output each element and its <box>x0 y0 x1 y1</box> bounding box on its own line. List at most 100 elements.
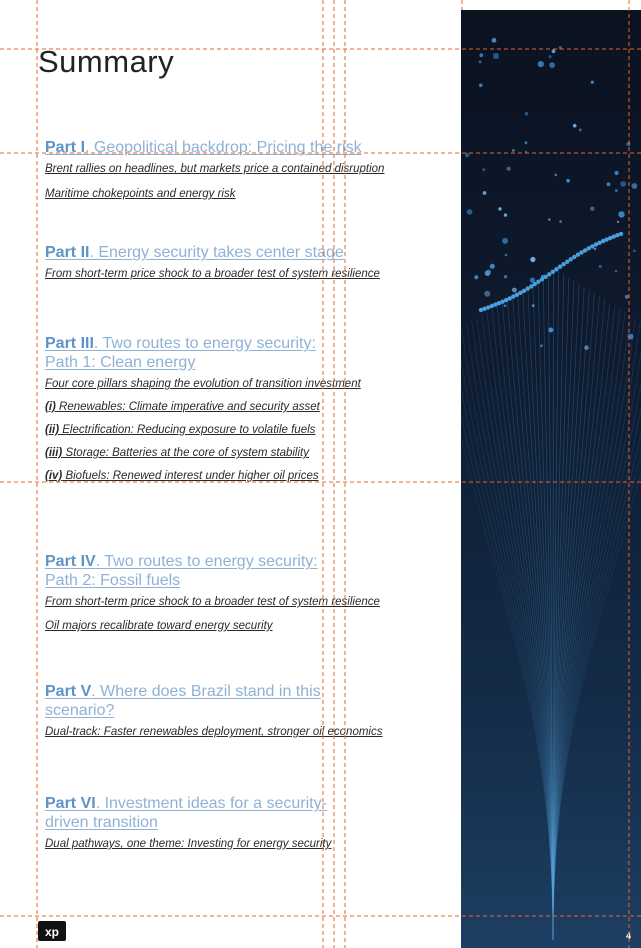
toc-sub-link[interactable]: Maritime chokepoints and energy risk <box>45 188 415 201</box>
xp-logo: xp <box>38 921 66 941</box>
light-particle <box>503 213 508 217</box>
light-stream-line <box>522 290 554 941</box>
light-particle <box>554 267 559 272</box>
light-particle <box>531 304 535 308</box>
light-particle <box>559 220 562 223</box>
light-particle <box>512 287 517 293</box>
toc-pillar-link[interactable]: (ii) Electrification: Reducing exposure … <box>45 424 415 437</box>
toc-sub-link[interactable]: From short-term price shock to a broader… <box>45 596 415 609</box>
light-particle <box>539 277 545 282</box>
light-stream-line <box>461 357 554 941</box>
light-particle <box>503 275 508 279</box>
light-particle <box>584 345 589 351</box>
toc-pillar-link[interactable]: (i) Renewables: Climate imperative and s… <box>45 401 415 414</box>
light-particle <box>548 55 552 59</box>
light-particle <box>536 279 541 284</box>
toc-sub-link[interactable]: From short-term price shock to a broader… <box>45 268 415 281</box>
part-6[interactable]: Part VI. Investment ideas for a security… <box>45 794 415 851</box>
part-3-heading[interactable]: Part III. Two routes to energy security:… <box>45 334 415 372</box>
light-particle <box>540 344 543 348</box>
light-particle <box>511 148 515 152</box>
light-stream-line <box>552 311 626 941</box>
light-particle <box>606 182 611 187</box>
light-particle <box>616 220 620 224</box>
part-3[interactable]: Part III. Two routes to energy security:… <box>45 334 415 483</box>
light-particle <box>578 128 582 132</box>
light-particle <box>491 37 497 43</box>
light-particle <box>558 46 562 50</box>
light-particle <box>474 275 479 280</box>
page-title: Summary <box>38 44 175 79</box>
light-particle <box>502 237 509 244</box>
toc-sub-link[interactable]: Oil majors recalibrate toward energy sec… <box>45 620 415 633</box>
light-particle <box>548 327 554 333</box>
part-6-heading[interactable]: Part VI. Investment ideas for a security… <box>45 794 415 832</box>
toc-pillar-link[interactable]: (iv) Biofuels: Renewed interest under hi… <box>45 470 415 483</box>
light-particle <box>549 62 555 68</box>
light-particle <box>479 83 483 88</box>
part-5-heading[interactable]: Part V. Where does Brazil stand in this s… <box>45 682 415 720</box>
light-particle <box>486 269 492 275</box>
light-particle <box>537 61 544 68</box>
toc-sub-link[interactable]: Brent rallies on headlines, but markets … <box>45 163 415 176</box>
light-particle <box>484 290 491 297</box>
light-particle <box>530 256 536 263</box>
light-particle <box>478 60 482 64</box>
light-particle <box>524 112 529 116</box>
light-particle <box>620 181 627 187</box>
light-particle <box>547 272 552 277</box>
light-particle <box>614 170 619 176</box>
light-stream-line <box>552 305 616 941</box>
light-particle <box>492 52 500 60</box>
toc-pillar-link[interactable]: (iii) Storage: Batteries at the core of … <box>45 447 415 460</box>
toc-sub-link[interactable]: Dual pathways, one theme: Investing for … <box>45 838 415 851</box>
page-number: 4 <box>625 931 631 941</box>
light-streams-graphic <box>461 37 641 941</box>
light-particle <box>554 173 558 177</box>
light-particle <box>543 274 548 279</box>
light-particle <box>506 166 511 171</box>
light-particle <box>590 206 595 211</box>
light-particle <box>614 269 618 273</box>
light-particle <box>524 150 527 154</box>
light-particle <box>524 141 528 145</box>
light-particle <box>532 281 537 287</box>
light-particle <box>561 262 566 267</box>
light-particle <box>489 263 495 269</box>
part-1-heading[interactable]: Part I. Geopolitical backdrop: Pricing t… <box>45 138 415 157</box>
light-particle <box>618 211 625 218</box>
light-particle <box>626 142 631 146</box>
light-stream-line <box>491 308 554 941</box>
light-particle <box>633 249 636 253</box>
part-2-heading[interactable]: Part II. Energy security takes center st… <box>45 243 415 262</box>
part-4-heading[interactable]: Part IV. Two routes to energy security: P… <box>45 552 415 590</box>
light-particle <box>614 189 618 193</box>
light-particle <box>598 264 602 269</box>
part-2[interactable]: Part II. Energy security takes center st… <box>45 243 415 281</box>
light-particle <box>550 269 555 274</box>
part-4[interactable]: Part IV. Two routes to energy security: P… <box>45 552 415 633</box>
light-particle <box>593 247 597 251</box>
light-particle <box>618 231 624 237</box>
light-particle <box>466 209 473 215</box>
light-particle <box>631 183 638 189</box>
light-stream-line <box>461 327 554 941</box>
toc-sub-link[interactable]: Four core pillars shaping the evolution … <box>45 378 415 391</box>
part-5[interactable]: Part V. Where does Brazil stand in this s… <box>45 682 415 739</box>
light-particle <box>498 207 502 211</box>
part-1[interactable]: Part I. Geopolitical backdrop: Pricing t… <box>45 138 415 201</box>
light-particle <box>590 80 594 84</box>
light-particle <box>572 123 577 128</box>
light-particle <box>548 218 551 221</box>
light-stream-line <box>481 315 554 941</box>
light-particle <box>482 168 486 172</box>
light-particle <box>557 264 563 269</box>
light-particle <box>503 304 507 308</box>
light-particle <box>627 333 634 340</box>
toc-sub-link[interactable]: Dual-track: Faster renewables deployment… <box>45 726 415 739</box>
light-particle <box>551 49 556 54</box>
light-particle <box>464 152 470 158</box>
light-particle <box>504 253 508 257</box>
light-particle <box>566 178 570 183</box>
decorative-side-panel: 4 <box>461 10 641 948</box>
